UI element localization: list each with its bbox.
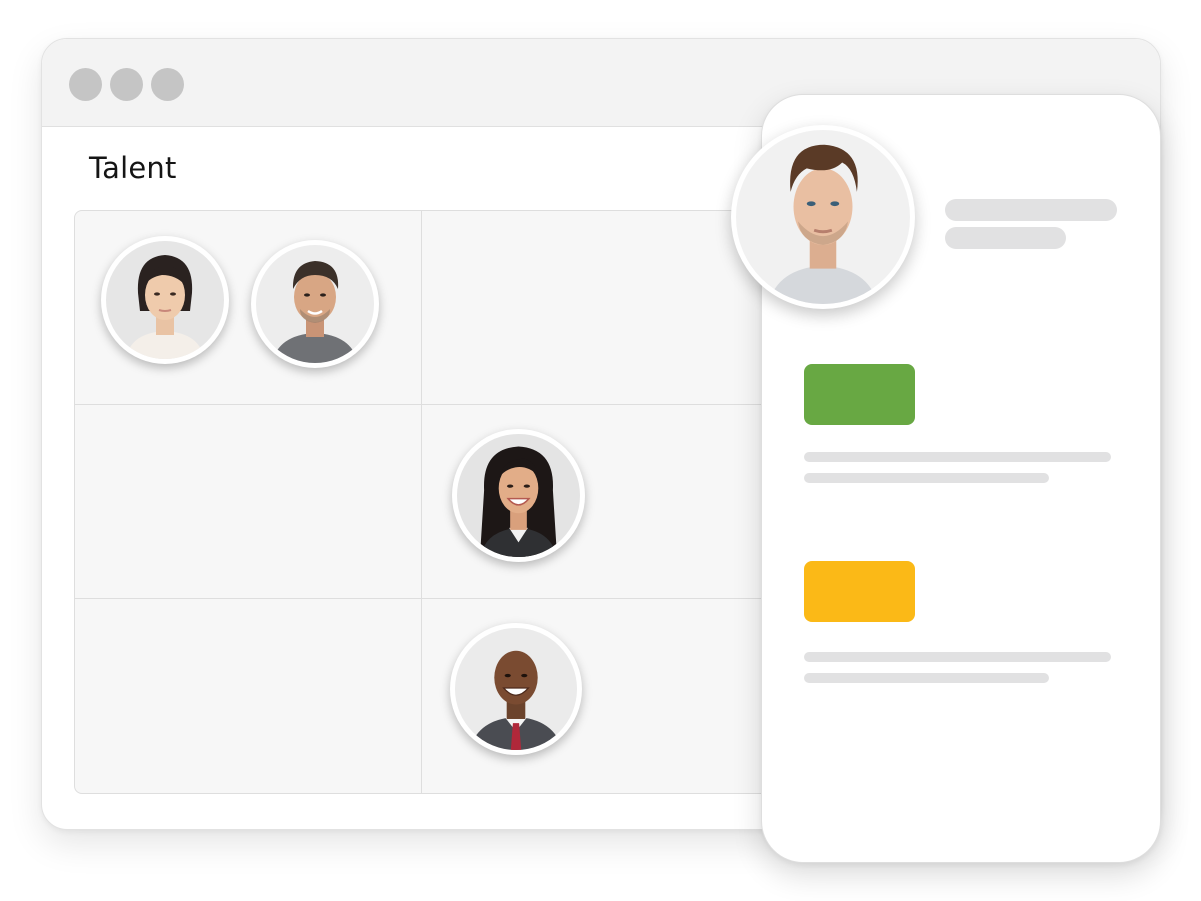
avatar-man-2[interactable]	[450, 623, 582, 755]
page-title: Talent	[89, 151, 177, 185]
person-portrait-icon	[106, 241, 224, 359]
avatar-woman-1[interactable]	[101, 236, 229, 364]
text-line-placeholder	[804, 652, 1111, 662]
window-maximize-dot[interactable]	[151, 68, 184, 101]
text-line-placeholder	[804, 473, 1049, 483]
stage: Talent	[0, 0, 1201, 901]
avatar-woman-2[interactable]	[452, 429, 585, 562]
window-minimize-dot[interactable]	[110, 68, 143, 101]
text-line-placeholder	[804, 673, 1049, 683]
grid-divider	[75, 598, 875, 599]
profile-name-placeholder	[945, 199, 1117, 221]
person-portrait-icon	[736, 130, 910, 304]
person-portrait-icon	[455, 628, 577, 750]
text-line-placeholder	[804, 452, 1111, 462]
grid-divider	[421, 211, 422, 793]
avatar-man-profile[interactable]	[731, 125, 915, 309]
status-badge-yellow[interactable]	[804, 561, 915, 622]
grid-divider	[75, 404, 875, 405]
person-portrait-icon	[256, 245, 374, 363]
window-close-dot[interactable]	[69, 68, 102, 101]
person-portrait-icon	[457, 434, 580, 557]
avatar-man-1[interactable]	[251, 240, 379, 368]
profile-subtitle-placeholder	[945, 227, 1066, 249]
status-badge-green[interactable]	[804, 364, 915, 425]
